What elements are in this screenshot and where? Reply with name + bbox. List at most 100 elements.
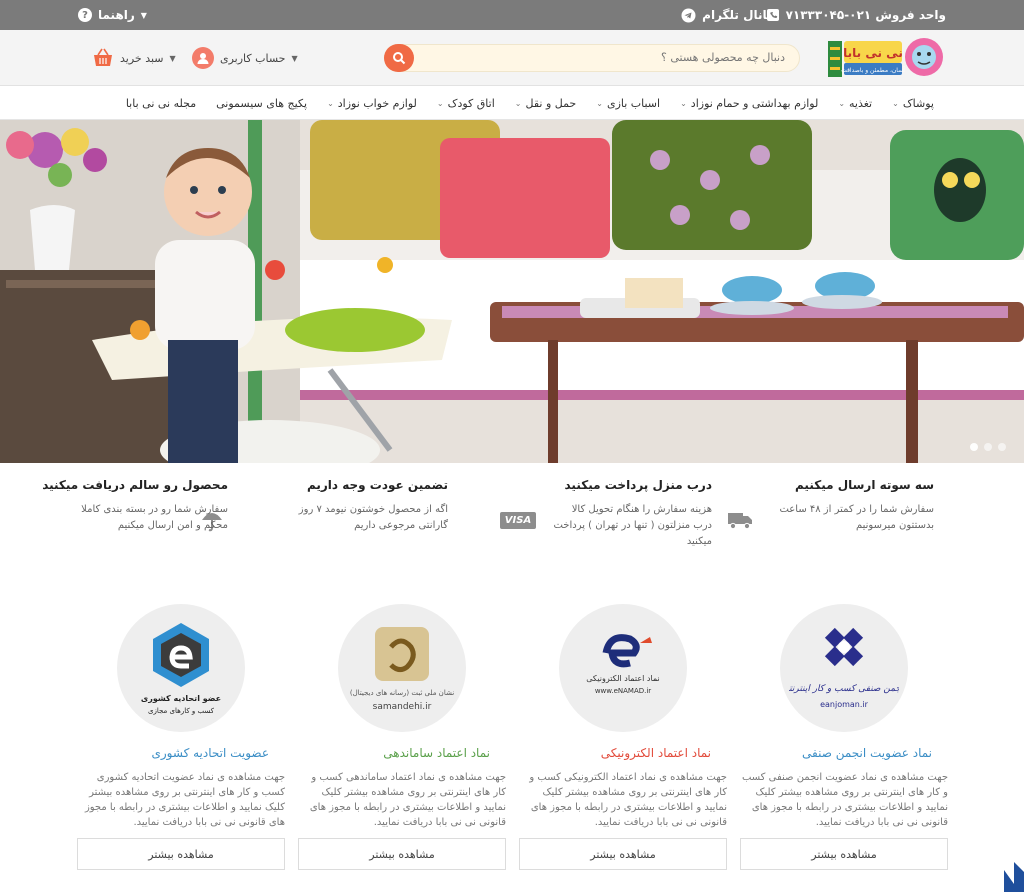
nav-item-4[interactable]: حمل و نقل ⌄ <box>505 86 586 120</box>
feature-title: محصول رو سالم دریافت میکنید <box>42 478 228 492</box>
nav-item-2[interactable]: لوازم بهداشتی و حمام نوزاد ⌄ <box>670 86 828 120</box>
svg-text:eanjoman.ir: eanjoman.ir <box>820 700 869 709</box>
nav-item-7[interactable]: پکیج های سیسمونی <box>206 86 317 120</box>
chevron-down-icon: ⌄ <box>514 98 522 108</box>
feature-desc: سفارش شما رو در بسته بندی کاملا محکم و ا… <box>81 504 228 531</box>
chevron-down-icon: ⌄ <box>436 98 444 108</box>
card-title: نماد اعتماد الکترونیکی <box>600 746 711 760</box>
svg-text:نماد اعتماد الکترونیکی: نماد اعتماد الکترونیکی <box>586 674 659 683</box>
cart-button[interactable]: ▼ سبد خرید <box>92 44 176 72</box>
feature-desc: اگه از محصول خوشتون نیومد ۷ روز گارانتی … <box>298 504 448 531</box>
chevron-down-icon: ⌄ <box>892 98 899 108</box>
slider-dot-active[interactable] <box>970 443 978 451</box>
nav-item-3[interactable]: اسباب بازی ⌄ <box>586 86 670 120</box>
help-label: راهنما <box>98 8 135 22</box>
svg-text:www.eNAMAD.ir: www.eNAMAD.ir <box>595 687 651 695</box>
card-desc: جهت مشاهده ی نماد عضویت اتحادیه کشوری کس… <box>84 772 285 828</box>
sales-phone-label: واحد فروش ۰۲۱-۷۱۳۳۳۰۴۵ <box>785 8 946 22</box>
account-label: حساب کاربری <box>220 51 286 65</box>
slider-dots <box>970 443 1006 451</box>
chevron-down-icon: ⌄ <box>680 98 687 108</box>
card-title: نماد عضویت انجمن صنفی <box>802 746 932 760</box>
more-button[interactable]: مشاهده بیشتر <box>740 838 948 870</box>
nav-list: پوشاک ⌄ تغذیه ⌄ لوازم بهداشتی و حمام نوزاد ⌄ ا… <box>116 86 944 120</box>
chevron-down-icon: ▼ <box>291 53 298 63</box>
nav-item-label: حمل و نقل <box>525 96 577 110</box>
nav-item-label: پکیج های سیسمونی <box>216 96 308 110</box>
more-button[interactable]: مشاهده بیشتر <box>298 838 506 870</box>
feature-fast-shipping: سه سوته ارسال میکنیم سفارش شما را در کمت… <box>724 478 934 534</box>
feature-cod: درب منزل پرداخت میکنید هزینه سفارش را هن… <box>499 478 713 550</box>
svg-text:نشان ملی ثبت (رسانه های دیجیتا: نشان ملی ثبت (رسانه های دیجیتال) <box>350 689 454 697</box>
chat-widget-icon[interactable] <box>996 858 1024 892</box>
feature-safe-package: محصول رو سالم دریافت میکنید سفارش شما رو… <box>18 478 228 534</box>
ettehadieh-logo[interactable]: عضو اتحادیه کشوری کسب و کارهای مجازی <box>117 604 245 732</box>
nav-item-0[interactable]: پوشاک ⌄ <box>882 86 944 120</box>
sales-phone[interactable]: واحد فروش ۰۲۱-۷۱۳۳۳۰۴۵ <box>766 0 946 30</box>
anjoman-logo[interactable]: انجمن صنفی کسب و کار اینترنتی eanjoman.i… <box>780 604 908 732</box>
more-button[interactable]: مشاهده بیشتر <box>77 838 285 870</box>
nav-item-label: پوشاک <box>902 96 934 110</box>
user-icon <box>192 47 214 69</box>
search-input[interactable] <box>445 45 785 71</box>
card-title: نماد اعتماد ساماندهی <box>383 746 490 760</box>
main-nav: پوشاک ⌄ تغذیه ⌄ لوازم بهداشتی و حمام نوزاد ⌄ ا… <box>0 86 1024 120</box>
search-icon <box>393 52 406 65</box>
svg-text:آسان، مطمئن و باصداقت: آسان، مطمئن و باصداقت <box>841 65 905 74</box>
chevron-down-icon: ▼ <box>169 53 176 63</box>
feature-desc: سفارش شما را در کمتر از ۴۸ ساعت بدستتون … <box>779 504 934 531</box>
card-desc: جهت مشاهده ی نماد اعتماد الکترونیکی کسب … <box>529 772 727 828</box>
feature-title: درب منزل پرداخت میکنید <box>564 478 713 492</box>
site-logo[interactable]: نی نی بابا آسان، مطمئن و باصداقت <box>826 35 944 81</box>
search-button[interactable] <box>384 44 414 72</box>
basket-icon <box>94 48 112 66</box>
visa-icon: VISA <box>499 508 537 532</box>
nav-item-label: اتاق کودک <box>447 96 495 110</box>
chevron-down-icon: ⌄ <box>596 98 603 108</box>
feature-title: سه سوته ارسال میکنیم <box>795 478 934 492</box>
samandehi-logo[interactable]: نشان ملی ثبت (رسانه های دیجیتال) samande… <box>338 604 466 732</box>
telegram-icon <box>681 8 696 22</box>
hero-slider[interactable] <box>0 120 1024 463</box>
card-desc: جهت مشاهده ی نماد عضویت انجمن صنفی کسب و… <box>741 772 948 828</box>
nav-item-label: اسباب بازی <box>606 96 661 110</box>
chevron-down-icon: ⌄ <box>838 98 846 108</box>
feature-refund: تضمین عودت وجه داریم اگه از محصول خوشتون… <box>202 478 448 534</box>
cart-label: سبد خرید <box>120 51 164 65</box>
nav-item-5[interactable]: اتاق کودک ⌄ <box>427 86 505 120</box>
slider-dot[interactable] <box>998 443 1006 451</box>
truck-icon <box>724 508 756 532</box>
account-menu[interactable]: ▼ حساب کاربری <box>192 44 298 72</box>
more-button[interactable]: مشاهده بیشتر <box>519 838 727 870</box>
logo-graphic: نی نی بابا آسان، مطمئن و باصداقت <box>828 38 943 77</box>
features-row: سه سوته ارسال میکنیم سفارش شما را در کمت… <box>0 478 1024 558</box>
svg-text:عضو اتحادیه کشوری: عضو اتحادیه کشوری <box>141 694 221 703</box>
help-menu[interactable]: ▼ راهنما ? <box>78 0 147 30</box>
top-bar: واحد فروش ۰۲۱-۷۱۳۳۳۰۴۵ کانال تلگرام ▼ را… <box>0 0 1024 30</box>
svg-text:نی نی بابا: نی نی بابا <box>843 46 903 60</box>
nav-item-8[interactable]: مجله نی نی بابا <box>116 86 206 120</box>
telegram-link[interactable]: کانال تلگرام <box>681 0 774 30</box>
svg-text:samandehi.ir: samandehi.ir <box>373 702 432 712</box>
slider-dot[interactable] <box>984 443 992 451</box>
header: نی نی بابا آسان، مطمئن و باصداقت ▼ حساب … <box>0 30 1024 86</box>
svg-text:کسب و کارهای مجازی: کسب و کارهای مجازی <box>148 707 215 715</box>
nav-item-label: مجله نی نی بابا <box>125 96 197 110</box>
nav-item-label: تغذیه <box>849 96 873 110</box>
card-title: عضویت اتحادیه کشوری <box>151 746 269 760</box>
nav-item-label: لوازم بهداشتی و حمام نوزاد <box>690 96 819 110</box>
enamad-logo[interactable]: نماد اعتماد الکترونیکی www.eNAMAD.ir <box>559 604 687 732</box>
chevron-down-icon: ▼ <box>140 10 147 20</box>
chevron-down-icon: ⌄ <box>327 98 334 108</box>
svg-text:انجمن صنفی کسب و کار اینترنتی: انجمن صنفی کسب و کار اینترنتی <box>789 684 899 694</box>
nav-item-6[interactable]: لوازم خواب نوزاد ⌄ <box>317 86 427 120</box>
card-desc: جهت مشاهده ی نماد اعتماد ساماندهی کسب و … <box>309 772 506 828</box>
search-bar <box>384 44 800 72</box>
question-icon: ? <box>78 8 92 22</box>
telegram-label: کانال تلگرام <box>702 8 774 22</box>
nav-item-label: لوازم خواب نوزاد <box>337 96 417 110</box>
hero-image <box>0 120 1024 463</box>
nav-item-1[interactable]: تغذیه ⌄ <box>828 86 882 120</box>
feature-title: تضمین عودت وجه داریم <box>306 478 448 492</box>
feature-desc: هزینه سفارش را هنگام تحویل کالا درب منزل… <box>553 504 712 547</box>
